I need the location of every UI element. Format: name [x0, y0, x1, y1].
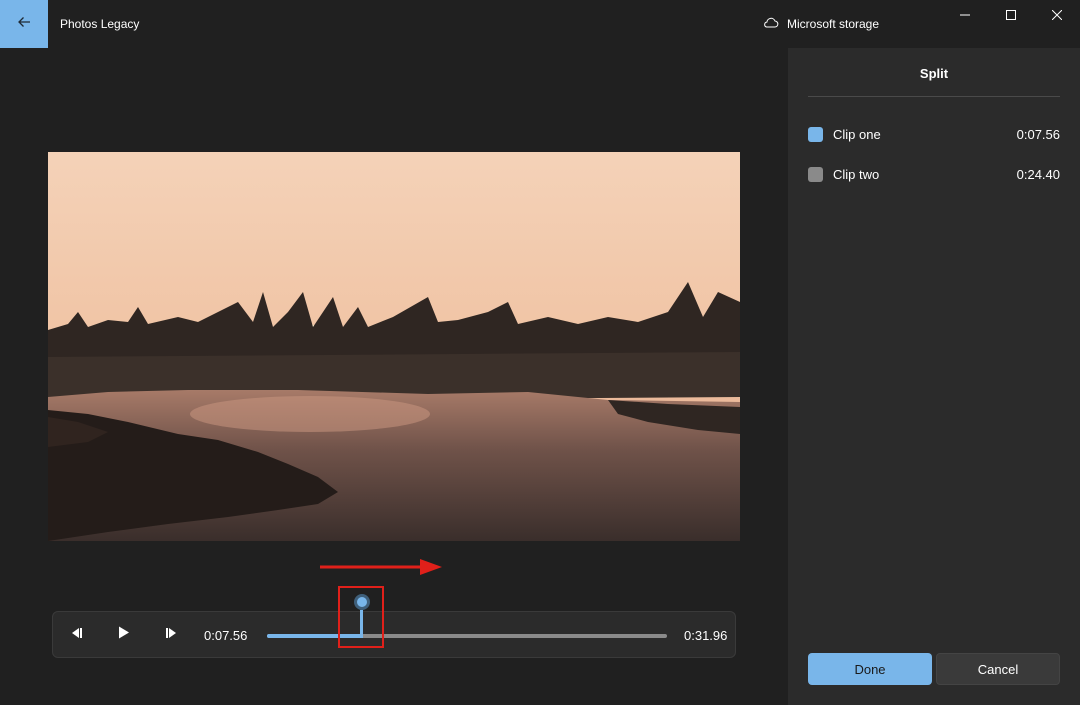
previous-frame-icon	[69, 626, 83, 644]
minimize-button[interactable]	[942, 0, 988, 32]
clip-row-two[interactable]: Clip two 0:24.40	[808, 164, 1060, 184]
maximize-button[interactable]	[988, 0, 1034, 32]
video-preview	[48, 152, 740, 541]
back-button[interactable]	[0, 0, 48, 48]
play-button[interactable]	[112, 624, 136, 646]
title-bar: Photos Legacy Microsoft storage	[0, 0, 1080, 48]
annotation-arrow-icon	[320, 559, 442, 575]
next-frame-icon	[165, 626, 179, 644]
cancel-button[interactable]: Cancel	[936, 653, 1060, 685]
panel-divider	[808, 96, 1060, 97]
clip-one-name: Clip one	[833, 126, 881, 142]
next-frame-button[interactable]	[160, 624, 184, 646]
current-time: 0:07.56	[204, 628, 248, 643]
done-button[interactable]: Done	[808, 653, 932, 685]
close-icon	[1051, 7, 1063, 25]
clip-two-duration: 0:24.40	[1016, 166, 1060, 182]
split-panel: Split Clip one 0:07.56 Clip two 0:24.40 …	[788, 48, 1080, 705]
clip-row-one[interactable]: Clip one 0:07.56	[808, 124, 1060, 144]
storage-indicator[interactable]: Microsoft storage	[762, 16, 879, 31]
playback-bar: 0:07.56 0:31.96	[52, 611, 736, 658]
annotation-highlight-box	[338, 586, 384, 648]
storage-label: Microsoft storage	[787, 16, 880, 31]
total-time: 0:31.96	[684, 628, 728, 643]
back-arrow-icon	[16, 14, 32, 35]
close-button[interactable]	[1034, 0, 1080, 32]
panel-title: Split	[919, 66, 949, 81]
app-title: Photos Legacy	[60, 17, 140, 31]
clip-one-duration: 0:07.56	[1016, 126, 1060, 142]
clip-two-swatch	[808, 166, 823, 182]
play-icon	[118, 626, 130, 644]
cloud-icon	[762, 16, 779, 31]
maximize-icon	[1006, 7, 1016, 25]
minimize-icon	[960, 7, 970, 25]
previous-frame-button[interactable]	[64, 624, 88, 646]
clip-one-swatch	[808, 126, 823, 142]
clip-two-name: Clip two	[833, 166, 880, 182]
split-timeline-track[interactable]	[267, 634, 667, 638]
